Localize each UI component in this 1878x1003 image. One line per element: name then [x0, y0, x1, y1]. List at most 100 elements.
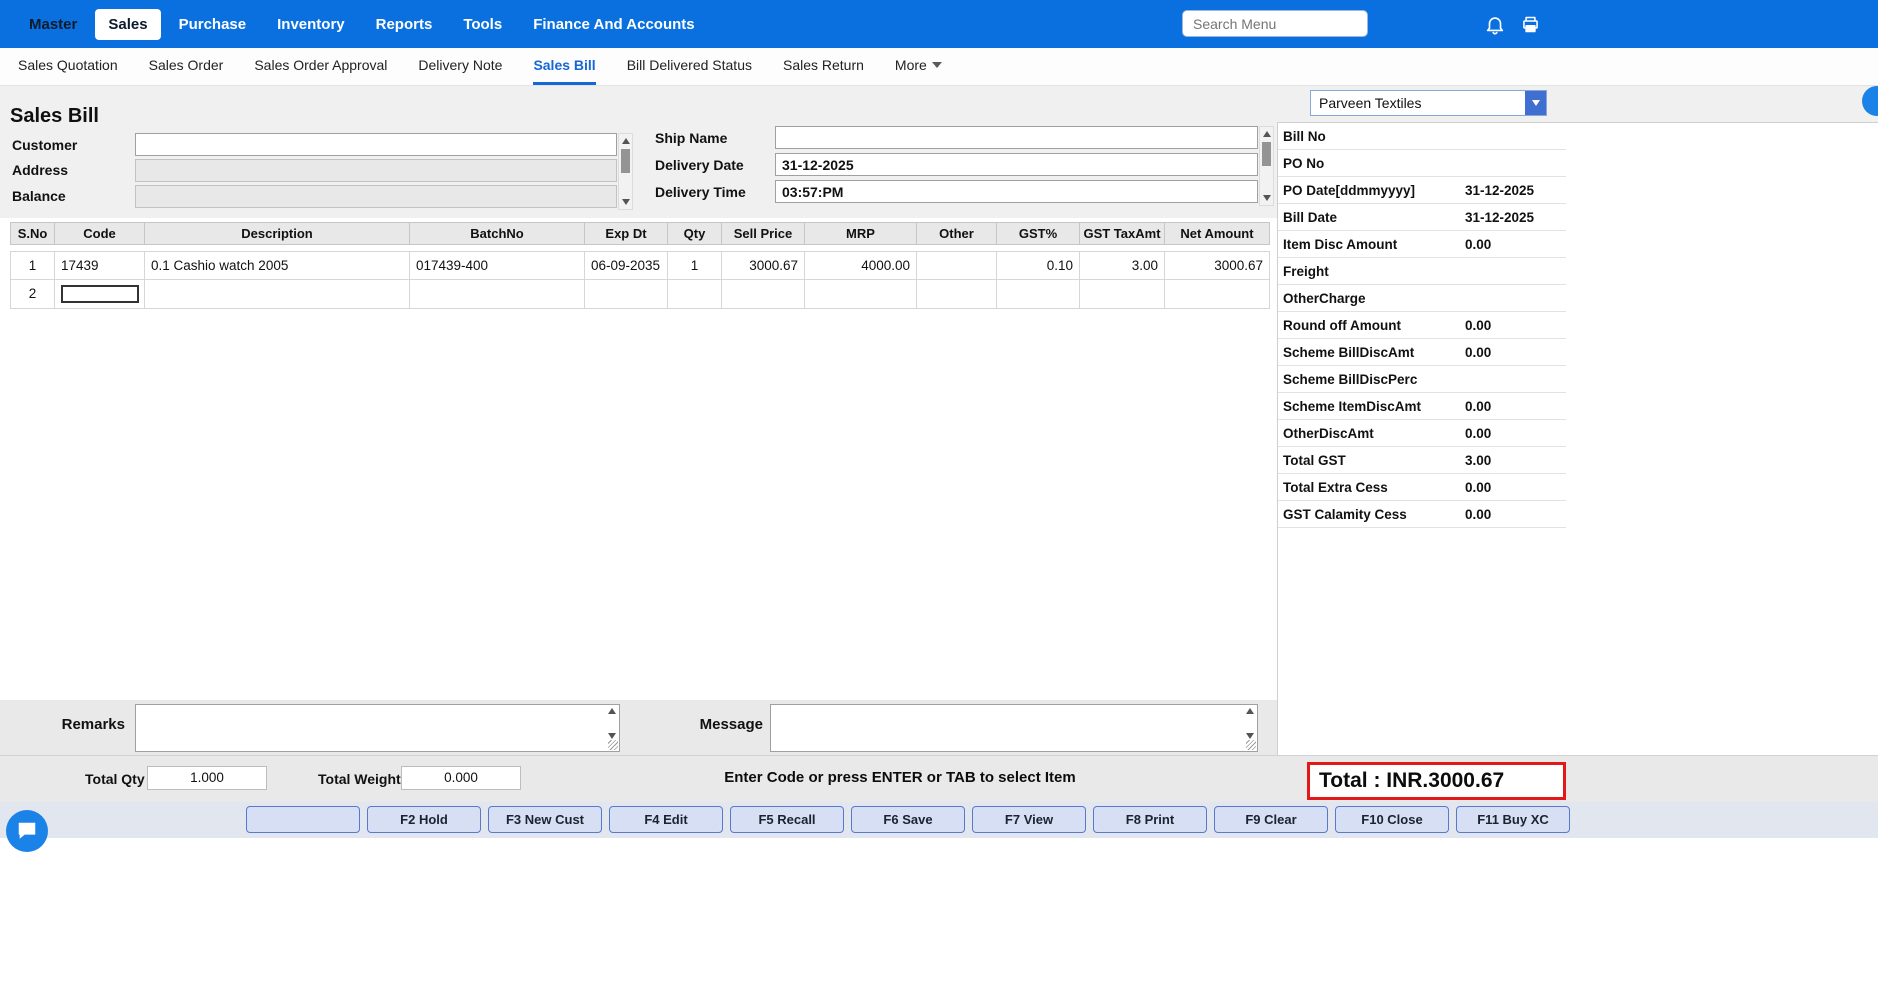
cell-qty[interactable] [668, 280, 722, 309]
scroll-up-icon[interactable] [608, 708, 616, 714]
cell-gst[interactable]: 0.10 [997, 251, 1080, 280]
entry-hint-text: Enter Code or press ENTER or TAB to sele… [640, 769, 1160, 786]
cell-net-amount[interactable] [1165, 280, 1270, 309]
cell-other[interactable] [917, 280, 997, 309]
cell-s-no[interactable]: 2 [10, 280, 55, 309]
scroll-down-icon[interactable] [608, 733, 616, 739]
top-nav-item-finance-and-accounts[interactable]: Finance And Accounts [520, 9, 707, 40]
summary-value-scheme-billdiscamt[interactable]: 0.00 [1465, 345, 1566, 360]
scroll-up-icon[interactable] [1246, 708, 1254, 714]
summary-label: PO Date[ddmmyyyy] [1278, 183, 1465, 198]
fn-button-f10-close[interactable]: F10 Close [1335, 806, 1449, 833]
ship-name-input[interactable] [775, 126, 1258, 149]
top-nav-item-sales[interactable]: Sales [95, 9, 160, 40]
sub-nav-item-sales-quotation[interactable]: Sales Quotation [18, 48, 118, 85]
sub-nav-item-more[interactable]: More [895, 48, 942, 85]
top-nav-item-inventory[interactable]: Inventory [264, 9, 358, 40]
sub-nav-item-bill-delivered-status[interactable]: Bill Delivered Status [627, 48, 752, 85]
cell-s-no[interactable]: 1 [10, 251, 55, 280]
summary-label: OtherCharge [1278, 291, 1465, 306]
cell-mrp[interactable]: 4000.00 [805, 251, 917, 280]
summary-value-otherdiscamt[interactable]: 0.00 [1465, 426, 1566, 441]
summary-row-scheme-billdiscperc: Scheme BillDiscPerc [1278, 366, 1566, 393]
fn-button-f8-print[interactable]: F8 Print [1093, 806, 1207, 833]
sub-nav-item-delivery-note[interactable]: Delivery Note [418, 48, 502, 85]
summary-value-item-disc-amount[interactable]: 0.00 [1465, 237, 1566, 252]
summary-row-scheme-itemdiscamt: Scheme ItemDiscAmt0.00 [1278, 393, 1566, 420]
cell-qty[interactable]: 1 [668, 251, 722, 280]
chat-fab[interactable] [6, 810, 48, 852]
cell-sell-price[interactable] [722, 280, 805, 309]
message-textarea[interactable] [771, 705, 1257, 751]
cell-batchno[interactable] [410, 280, 585, 309]
search-input[interactable] [1182, 10, 1368, 37]
cell-gst[interactable] [997, 280, 1080, 309]
cell-gst-taxamt[interactable]: 3.00 [1080, 251, 1165, 280]
chevron-down-icon[interactable] [1525, 91, 1546, 115]
fn-button-f4-edit[interactable]: F4 Edit [609, 806, 723, 833]
scroll-up-icon[interactable] [622, 138, 630, 144]
company-select[interactable]: Parveen Textiles [1310, 90, 1547, 116]
cell-sell-price[interactable]: 3000.67 [722, 251, 805, 280]
items-table: S.NoCodeDescriptionBatchNoExp DtQtySell … [10, 222, 1270, 309]
items-table-header: S.NoCodeDescriptionBatchNoExp DtQtySell … [10, 222, 1270, 245]
remarks-textarea[interactable] [136, 705, 619, 751]
scrollbar-thumb[interactable] [621, 149, 630, 173]
scroll-down-icon[interactable] [1263, 195, 1271, 201]
scroll-down-icon[interactable] [1246, 733, 1254, 739]
top-nav-item-tools[interactable]: Tools [450, 9, 515, 40]
code-entry-input[interactable] [61, 285, 139, 303]
fn-button-f6-save[interactable]: F6 Save [851, 806, 965, 833]
fn-button-f5-recall[interactable]: F5 Recall [730, 806, 844, 833]
cell-code[interactable]: 17439 [55, 251, 145, 280]
summary-value-total-gst[interactable]: 3.00 [1465, 453, 1566, 468]
summary-value-bill-date[interactable]: 31-12-2025 [1465, 210, 1566, 225]
sub-nav-item-sales-bill[interactable]: Sales Bill [533, 48, 595, 85]
sub-nav-item-label: More [895, 57, 927, 73]
cell-description[interactable]: 0.1 Cashio watch 2005 [145, 251, 410, 280]
summary-value-gst-calamity-cess[interactable]: 0.00 [1465, 507, 1566, 522]
col-header-code: Code [55, 222, 145, 245]
cell-exp-dt[interactable]: 06-09-2035 [585, 251, 668, 280]
customer-input[interactable] [135, 133, 617, 156]
sub-nav-item-label: Bill Delivered Status [627, 57, 752, 73]
notifications-bell-icon[interactable] [1482, 11, 1508, 37]
scroll-down-icon[interactable] [622, 199, 630, 205]
scroll-up-icon[interactable] [1263, 131, 1271, 137]
summary-value-scheme-itemdiscamt[interactable]: 0.00 [1465, 399, 1566, 414]
cell-batchno[interactable]: 017439-400 [410, 251, 585, 280]
fn-button-f11-buy-xc[interactable]: F11 Buy XC [1456, 806, 1570, 833]
col-header-sell-price: Sell Price [722, 222, 805, 245]
cell-net-amount[interactable]: 3000.67 [1165, 251, 1270, 280]
fn-button-f9-clear[interactable]: F9 Clear [1214, 806, 1328, 833]
cell-other[interactable] [917, 251, 997, 280]
top-nav-item-reports[interactable]: Reports [363, 9, 446, 40]
fn-button-f7-view[interactable]: F7 View [972, 806, 1086, 833]
resize-grip-icon[interactable] [608, 740, 618, 750]
top-nav-item-master[interactable]: Master [16, 9, 90, 40]
summary-value-round-off-amount[interactable]: 0.00 [1465, 318, 1566, 333]
fn-button-f3-new-cust[interactable]: F3 New Cust [488, 806, 602, 833]
ship-block-scrollbar[interactable] [1259, 126, 1274, 206]
delivery-time-input[interactable] [775, 180, 1258, 203]
print-icon[interactable] [1517, 11, 1543, 37]
top-nav-item-purchase[interactable]: Purchase [166, 9, 260, 40]
cell-description[interactable] [145, 280, 410, 309]
fn-button-blank[interactable] [246, 806, 360, 833]
cell-exp-dt[interactable] [585, 280, 668, 309]
address-label: Address [12, 162, 68, 178]
sub-nav-item-sales-order-approval[interactable]: Sales Order Approval [254, 48, 387, 85]
col-header-s-no: S.No [10, 222, 55, 245]
scrollbar-thumb[interactable] [1262, 142, 1271, 166]
cell-code[interactable] [55, 280, 145, 309]
customer-block-scrollbar[interactable] [618, 133, 633, 210]
cell-gst-taxamt[interactable] [1080, 280, 1165, 309]
sub-nav-item-sales-order[interactable]: Sales Order [149, 48, 224, 85]
summary-value-po-date-ddmmyyyy[interactable]: 31-12-2025 [1465, 183, 1566, 198]
fn-button-f2-hold[interactable]: F2 Hold [367, 806, 481, 833]
delivery-date-input[interactable] [775, 153, 1258, 176]
summary-value-total-extra-cess[interactable]: 0.00 [1465, 480, 1566, 495]
sub-nav-item-sales-return[interactable]: Sales Return [783, 48, 864, 85]
resize-grip-icon[interactable] [1246, 740, 1256, 750]
cell-mrp[interactable] [805, 280, 917, 309]
